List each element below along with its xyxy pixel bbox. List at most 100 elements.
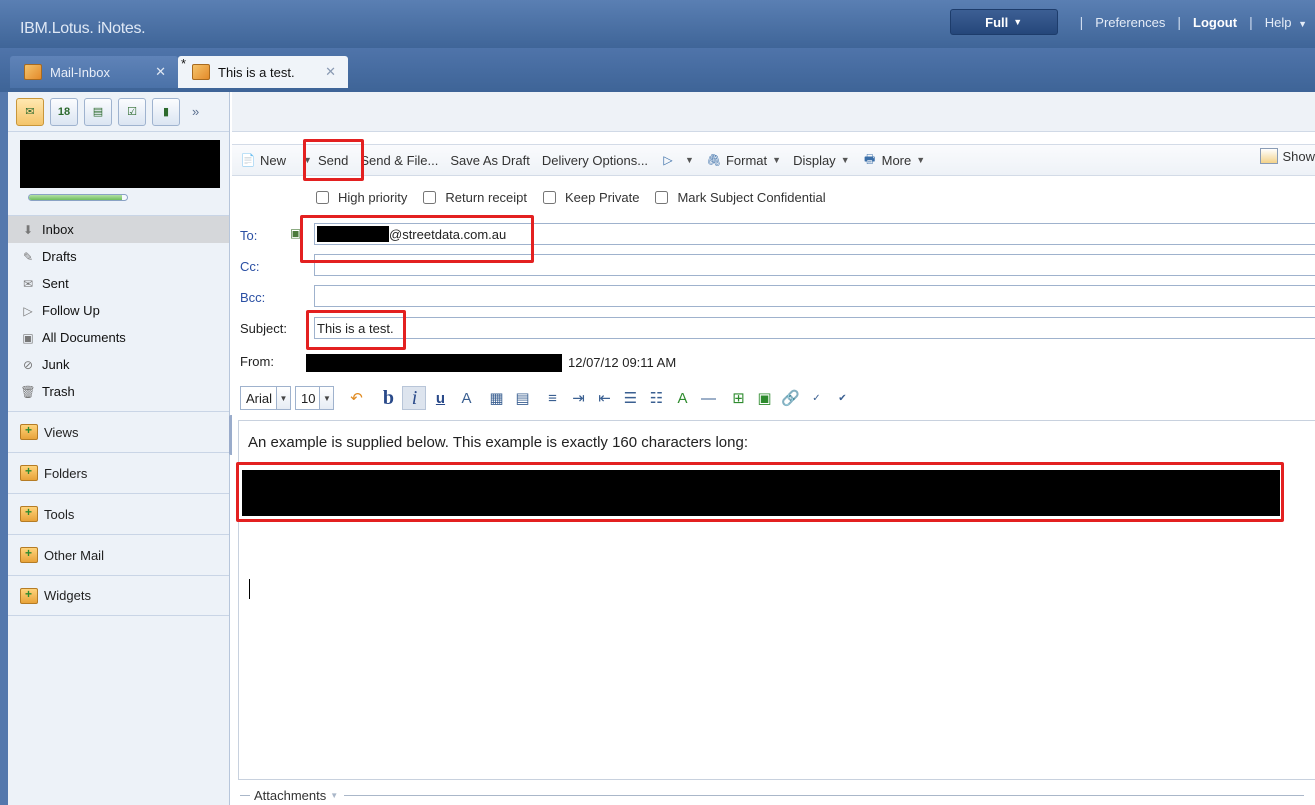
text-color-icon[interactable]: A bbox=[454, 386, 478, 410]
italic-icon[interactable]: i bbox=[402, 386, 427, 410]
mail-icon bbox=[192, 64, 210, 80]
close-icon[interactable]: ✕ bbox=[155, 64, 166, 80]
full-mode-button[interactable]: Full ▼ bbox=[949, 9, 1058, 35]
inbox-icon: ⬇ bbox=[22, 222, 34, 237]
bcc-field[interactable] bbox=[314, 285, 1315, 307]
sidebar-item-trash[interactable]: 🗑 Trash bbox=[8, 378, 229, 405]
bullet-list-icon[interactable]: ☰ bbox=[618, 386, 642, 410]
follow-up-flag-button[interactable]: ▷ ▼ bbox=[660, 152, 694, 168]
sidebar-item-junk[interactable]: ⊘ Junk bbox=[8, 351, 229, 378]
return-receipt-checkbox[interactable] bbox=[423, 191, 437, 204]
sidebar-section-folders[interactable]: Folders bbox=[8, 452, 229, 493]
align-icon[interactable]: ≡ bbox=[540, 386, 564, 410]
sidebar-section-other-mail[interactable]: Other Mail bbox=[8, 534, 229, 575]
cc-label[interactable]: Cc: bbox=[240, 259, 260, 274]
sidebar-item-inbox[interactable]: ⬇ Inbox bbox=[8, 216, 229, 243]
grid-icon[interactable]: ▤ bbox=[510, 386, 534, 410]
hyperlink-icon[interactable]: 🔗 bbox=[778, 386, 802, 410]
numbered-list-icon[interactable]: ☷ bbox=[644, 386, 668, 410]
horizontal-rule-icon[interactable]: — bbox=[696, 386, 720, 410]
format-label: Format bbox=[725, 152, 768, 168]
to-label[interactable]: To: bbox=[240, 228, 257, 243]
high-priority-checkbox[interactable] bbox=[316, 191, 329, 204]
flag-icon: ▷ bbox=[663, 153, 673, 167]
top-nav: Full ▼ | Preferences | Logout | Help ▼ bbox=[949, 8, 1315, 36]
send-and-file-button[interactable]: Send & File... bbox=[360, 153, 438, 168]
return-receipt-label: Return receipt bbox=[445, 190, 528, 205]
trash-icon: 🗑 bbox=[20, 384, 36, 399]
app-title: IBM.Lotus. iNotes. bbox=[20, 20, 146, 37]
display-button[interactable]: Display ▼ bbox=[793, 153, 850, 168]
print-icon: 🖶 bbox=[863, 151, 876, 166]
sidebar-item-label: All Documents bbox=[42, 330, 126, 345]
subject-field[interactable]: This is a test. bbox=[314, 317, 1315, 339]
help-menu[interactable]: Help ▼ bbox=[1265, 15, 1307, 30]
to-field-domain: @streetdata.com.au bbox=[389, 227, 507, 242]
bcc-label[interactable]: Bcc: bbox=[240, 290, 265, 305]
insert-image-icon[interactable]: ▣ bbox=[752, 386, 776, 410]
message-options: High priority Return receipt Keep Privat… bbox=[316, 190, 826, 205]
format-button[interactable]: 🖇 Format ▼ bbox=[706, 152, 781, 168]
todo-app-icon[interactable]: ☑ bbox=[118, 97, 146, 126]
sidebar-section-tools[interactable]: Tools bbox=[8, 493, 229, 534]
new-menu-caret[interactable]: ▼ bbox=[298, 155, 312, 165]
double-chevron-down-icon[interactable]: » bbox=[192, 104, 199, 119]
unsaved-marker: * bbox=[181, 56, 187, 71]
underline-icon[interactable]: u bbox=[428, 386, 452, 410]
sidebar-item-all-documents[interactable]: ▣ All Documents bbox=[8, 324, 229, 351]
notebook-app-icon[interactable]: ▮ bbox=[152, 97, 180, 126]
font-size-value: 10 bbox=[301, 390, 316, 406]
mark-confidential-option[interactable]: Mark Subject Confidential bbox=[655, 190, 826, 205]
insert-table-icon[interactable]: ▦ bbox=[484, 386, 508, 410]
mail-app-icon[interactable]: ✉ bbox=[16, 97, 44, 126]
indent-icon[interactable]: ⇥ bbox=[566, 386, 590, 410]
section-label: Other Mail bbox=[44, 547, 104, 563]
redacted-body-text bbox=[242, 470, 1280, 516]
app-switcher: ✉ 18 ▤ ☑ ▮ » bbox=[8, 92, 229, 132]
outdent-icon[interactable]: ⇤ bbox=[592, 386, 616, 410]
sidebar-item-follow-up[interactable]: ▷ Follow Up bbox=[8, 297, 229, 324]
logout-link[interactable]: Logout bbox=[1193, 15, 1237, 30]
action-bar: 📄 New ▼ Send Send & File... Save As Draft… bbox=[232, 144, 1315, 176]
save-as-draft-button[interactable]: Save As Draft bbox=[450, 153, 529, 168]
insert-link-icon[interactable]: ⊞ bbox=[726, 386, 750, 410]
tab-mail-inbox[interactable]: Mail-Inbox ✕ bbox=[10, 56, 178, 88]
attachments-section[interactable]: Attachments ▼ bbox=[240, 788, 1305, 803]
address-book-icon[interactable]: ▣ bbox=[290, 226, 301, 240]
keep-private-option[interactable]: Keep Private bbox=[543, 190, 639, 205]
preferences-link[interactable]: Preferences bbox=[1095, 15, 1165, 30]
bold-icon[interactable]: b bbox=[376, 386, 400, 410]
body-text: An example is supplied below. This examp… bbox=[248, 434, 748, 451]
show-button[interactable]: Show bbox=[1260, 148, 1315, 164]
contacts-app-icon[interactable]: ▤ bbox=[84, 97, 112, 126]
mark-confidential-label: Mark Subject Confidential bbox=[677, 190, 826, 205]
mark-confidential-checkbox[interactable] bbox=[655, 191, 669, 204]
more-button[interactable]: 🖶 More ▼ bbox=[862, 151, 925, 168]
spell-check-icon[interactable]: ✓ bbox=[804, 386, 828, 410]
spell-check-options-icon[interactable]: ✔ bbox=[830, 386, 854, 410]
close-icon[interactable]: ✕ bbox=[325, 64, 336, 80]
more-label: More bbox=[881, 152, 912, 168]
sidebar-section-widgets[interactable]: Widgets bbox=[8, 575, 229, 616]
font-size-select[interactable]: 10 ▼ bbox=[295, 386, 335, 410]
font-select[interactable]: Arial ▼ bbox=[240, 386, 292, 410]
sidebar-section-views[interactable]: Views bbox=[8, 411, 229, 452]
chevron-down-icon: ▼ bbox=[276, 387, 291, 409]
full-mode-label: Full bbox=[985, 14, 1009, 30]
undo-icon[interactable]: ↶ bbox=[344, 386, 368, 410]
cc-field[interactable] bbox=[314, 254, 1315, 276]
font-size-change-icon[interactable]: A bbox=[670, 386, 694, 410]
send-button[interactable]: Send bbox=[318, 153, 348, 168]
new-button[interactable]: 📄 New bbox=[240, 152, 287, 168]
delivery-options-button[interactable]: Delivery Options... bbox=[542, 153, 648, 168]
tab-compose[interactable]: * This is a test. ✕ bbox=[178, 56, 348, 88]
chevron-down-icon: ▼ bbox=[1013, 17, 1023, 27]
sidebar-item-sent[interactable]: ✉ Sent bbox=[8, 270, 229, 297]
high-priority-option[interactable]: High priority bbox=[316, 190, 407, 205]
return-receipt-option[interactable]: Return receipt bbox=[423, 190, 527, 205]
to-field[interactable]: @streetdata.com.au bbox=[314, 223, 1315, 245]
keep-private-checkbox[interactable] bbox=[543, 191, 557, 204]
sidebar-item-drafts[interactable]: ✎ Drafts bbox=[8, 243, 229, 270]
calendar-app-icon[interactable]: 18 bbox=[50, 97, 78, 126]
from-label: From: bbox=[240, 354, 274, 369]
